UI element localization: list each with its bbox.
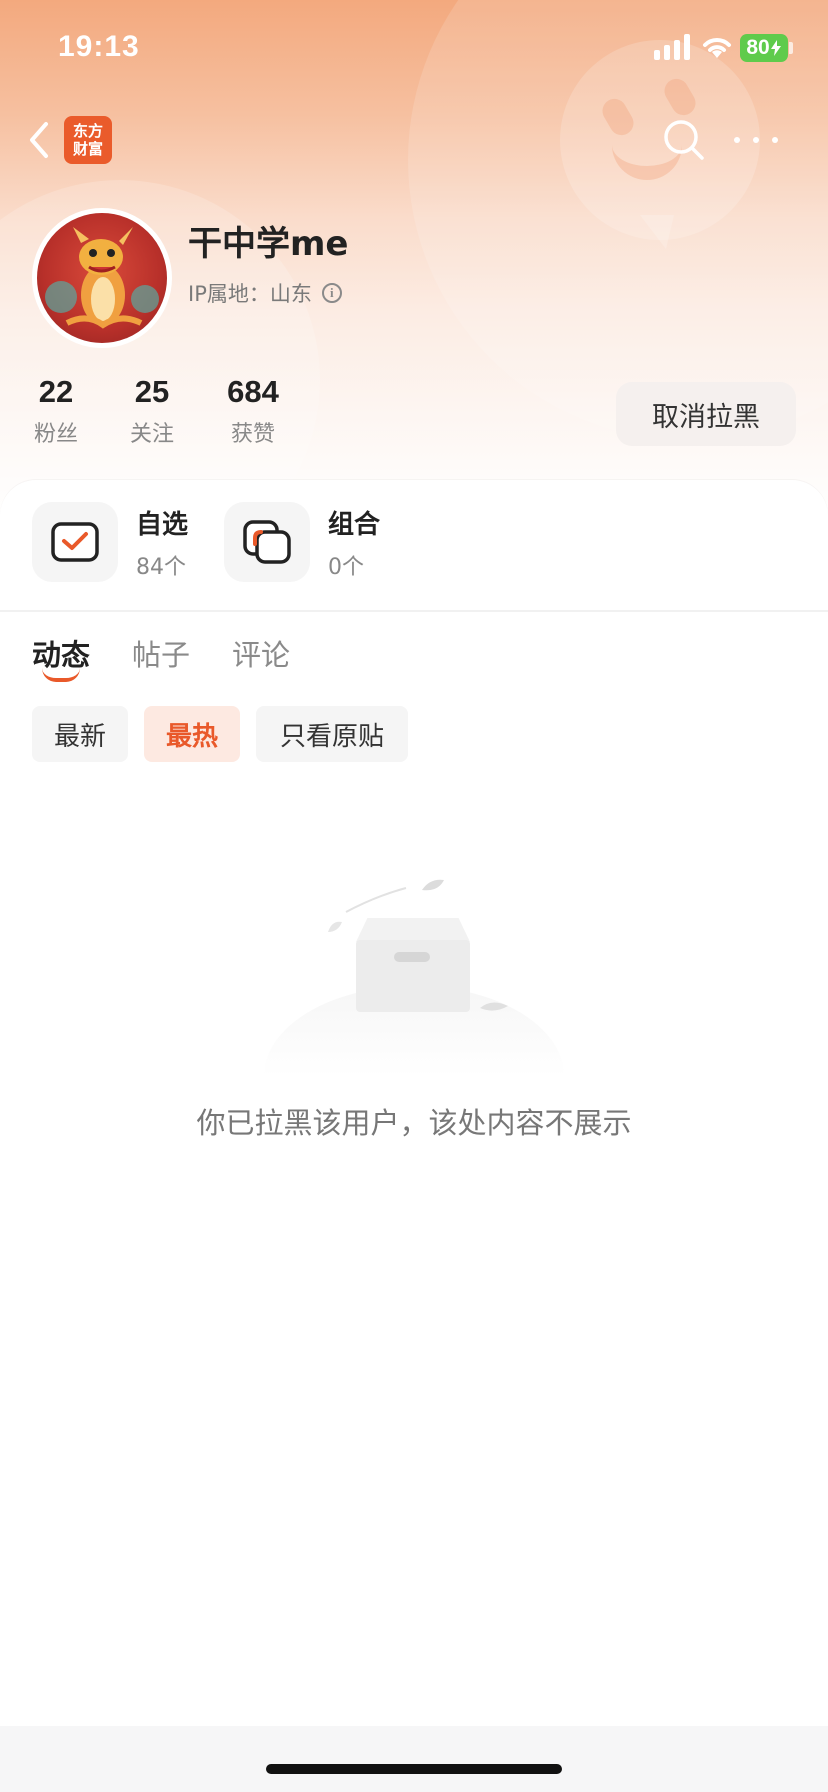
watchlist-icon-box [32, 502, 118, 582]
unblock-button[interactable]: 取消拉黑 [616, 382, 796, 446]
filter-hottest[interactable]: 最热 [144, 706, 240, 762]
battery-tip [789, 42, 793, 54]
portfolio-entry[interactable]: 组合 0个 [224, 502, 380, 582]
avatar[interactable] [32, 208, 172, 348]
filter-original-only[interactable]: 只看原贴 [256, 706, 408, 762]
empty-state-message: 你已拉黑该用户，该处内容不展示 [196, 1106, 632, 1140]
stat-label: 获赞 [230, 422, 275, 447]
info-icon[interactable]: i [321, 283, 342, 303]
portfolio-stack-icon [243, 520, 291, 564]
cellular-signal-icon [654, 34, 690, 60]
stat-value: 25 [134, 374, 170, 409]
charging-bolt-icon [770, 40, 781, 56]
app-logo-text: 财富 [72, 140, 103, 158]
search-icon[interactable] [662, 118, 706, 162]
section-divider [0, 610, 828, 612]
stat-value: 22 [38, 374, 74, 409]
stat-value: 684 [227, 374, 279, 409]
empty-box-illustration [356, 940, 470, 1012]
stat-following[interactable]: 25 关注 [128, 374, 176, 448]
filter-latest[interactable]: 最新 [32, 706, 128, 762]
battery-icon: 80 [740, 34, 788, 62]
more-options-icon[interactable] [734, 126, 778, 154]
username: 干中学me [188, 224, 349, 264]
stat-label: 关注 [129, 422, 174, 447]
stat-label: 粉丝 [34, 422, 79, 447]
app-logo: 东方 财富 [64, 116, 112, 164]
ip-location-label: IP属地：山东 [188, 282, 312, 306]
battery-level: 80 [746, 36, 770, 59]
tab-posts[interactable]: 帖子 [132, 632, 190, 674]
checkbox-check-icon [51, 522, 99, 562]
empty-box-handle [394, 952, 430, 962]
tab-comments[interactable]: 评论 [232, 632, 290, 674]
status-time: 19:13 [58, 30, 140, 63]
feature-count: 0个 [328, 554, 364, 580]
bottom-safe-area [0, 1726, 828, 1792]
feature-title: 自选 [136, 509, 189, 540]
app-logo-text: 东方 [72, 122, 103, 140]
back-button[interactable] [24, 118, 54, 162]
flying-leaves-icon [328, 879, 444, 932]
leaf-icon [480, 1002, 508, 1011]
feature-title: 组合 [328, 509, 381, 540]
stat-likes[interactable]: 684 获赞 [222, 374, 284, 448]
ip-location: IP属地：山东 i [188, 278, 342, 308]
home-indicator[interactable] [266, 1764, 562, 1774]
wifi-icon [703, 38, 731, 58]
dragon-avatar-image [45, 227, 159, 329]
decorative-chat-bubble-tail [640, 215, 674, 249]
watchlist-entry[interactable]: 自选 84个 [32, 502, 188, 582]
portfolio-icon-box [224, 502, 310, 582]
feature-count: 84个 [136, 554, 186, 580]
stat-followers[interactable]: 22 粉丝 [34, 374, 78, 448]
